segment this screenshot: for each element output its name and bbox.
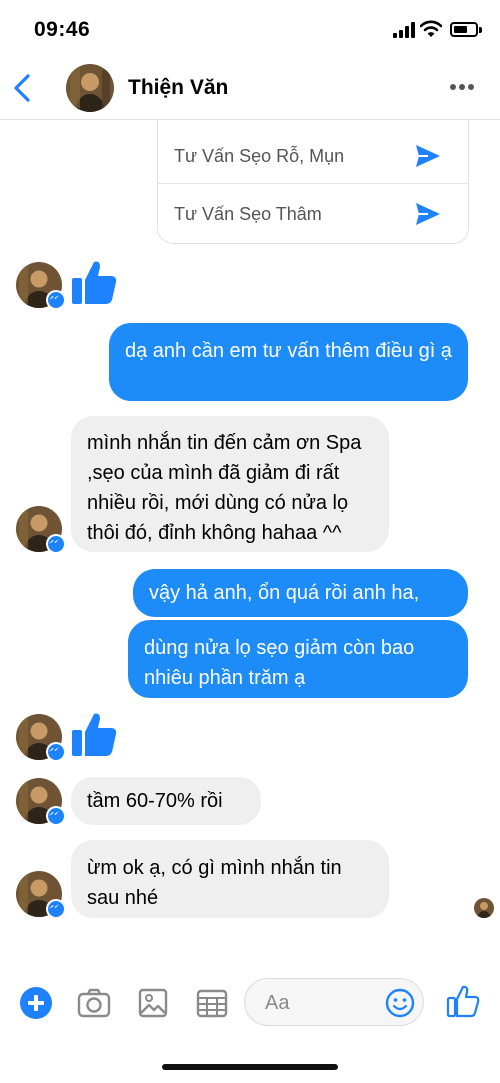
thumbs-up-icon (72, 713, 117, 756)
quick-reply-label: Tư Vấn Sẹo Thâm (174, 204, 322, 224)
quick-reply-label: Tư Vấn Sẹo Rỗ, Mụn (174, 146, 345, 166)
incoming-message[interactable]: tầm 60-70% rồi (71, 777, 261, 825)
messenger-badge-icon (46, 806, 66, 826)
incoming-message[interactable]: ừm ok ạ, có gì mình nhắn tin sau nhé (71, 840, 389, 918)
seen-indicator-avatar (474, 898, 494, 918)
thumbs-up-icon (72, 261, 117, 304)
back-chevron-icon[interactable] (8, 70, 38, 106)
message-input-placeholder: Aa (265, 992, 290, 1014)
quick-reply-option[interactable]: Tư Vấn Sẹo Thâm (158, 184, 468, 242)
messenger-badge-icon (46, 899, 66, 919)
emoji-icon[interactable] (385, 988, 415, 1018)
image-icon[interactable] (136, 986, 170, 1020)
contact-avatar[interactable] (66, 64, 114, 112)
signal-icon (393, 22, 415, 38)
composer-bar: Aa (0, 970, 500, 1040)
more-icon[interactable] (450, 82, 476, 92)
status-bar: 09:46 (0, 0, 500, 58)
home-indicator (162, 1064, 338, 1070)
outgoing-message[interactable]: vậy hả anh, ổn quá rồi anh ha, (133, 569, 468, 617)
status-time: 09:46 (34, 18, 91, 41)
send-icon[interactable] (414, 201, 442, 227)
wifi-icon (420, 20, 442, 37)
plus-icon[interactable] (20, 987, 52, 1019)
contact-name[interactable]: Thiện Văn (128, 76, 228, 100)
messenger-badge-icon (46, 290, 66, 310)
outgoing-message[interactable]: dùng nửa lọ sẹo giảm còn bao nhiêu phần … (128, 620, 468, 698)
quick-reply-option[interactable]: Tư Vấn Sẹo Rỗ, Mụn (158, 126, 468, 184)
camera-icon[interactable] (77, 986, 111, 1020)
messenger-badge-icon (46, 534, 66, 554)
sticker-grid-icon[interactable] (195, 986, 229, 1020)
battery-icon (450, 22, 478, 37)
messenger-badge-icon (46, 742, 66, 762)
incoming-message[interactable]: mình nhắn tin đến cảm ơn Spa ,sẹo của mì… (71, 416, 389, 552)
like-icon[interactable] (446, 984, 480, 1018)
chat-header: Thiện Văn (0, 58, 500, 120)
send-icon[interactable] (414, 143, 442, 169)
message-input[interactable]: Aa (244, 978, 424, 1026)
outgoing-message[interactable]: dạ anh cần em tư vấn thêm điều gì ạ (109, 323, 468, 401)
quick-reply-card: Tư Vấn Sẹo Rỗ, Mụn Tư Vấn Sẹo Thâm (157, 120, 469, 244)
